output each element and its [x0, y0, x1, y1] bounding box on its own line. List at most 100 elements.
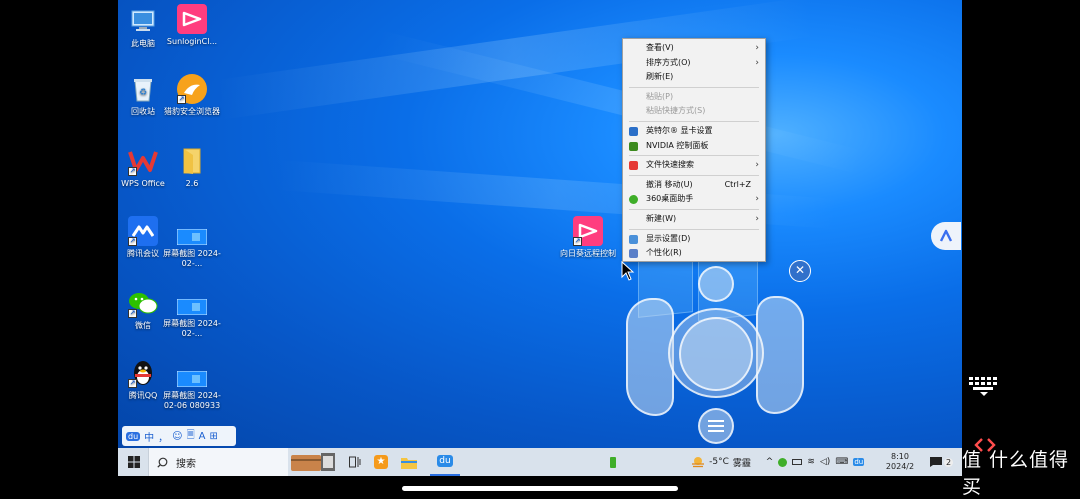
- desktop-icon-folder-2-6[interactable]: 2.6: [163, 146, 221, 189]
- taskbar-search-box[interactable]: 搜索: [148, 448, 288, 476]
- chevron-right-icon: ›: [755, 43, 759, 53]
- menu-item-display-settings[interactable]: 显示设置(D): [623, 232, 765, 247]
- desktop-icon-screenshot-3[interactable]: 屏幕截图 2024-02-06 080933: [163, 370, 221, 411]
- mouse-scroll-up-button[interactable]: [698, 266, 734, 302]
- cheetah-browser-icon: ↗: [177, 74, 207, 104]
- menu-separator: [629, 174, 759, 176]
- computer-icon: [128, 6, 158, 36]
- shortcut-arrow-icon: ↗: [128, 379, 137, 388]
- menu-item-nvidia-panel[interactable]: NVIDIA 控制面板: [623, 139, 765, 154]
- menu-item-undo-move[interactable]: 撤消 移动(U) Ctrl+Z: [623, 178, 765, 193]
- recycle-bin-icon: ♻: [128, 74, 158, 104]
- desktop-icon-cheetah-browser[interactable]: ↗ 猎豹安全浏览器: [163, 74, 221, 117]
- menu-separator: [629, 208, 759, 210]
- taskbar-green-app[interactable]: [606, 448, 620, 476]
- display-settings-icon: [629, 234, 638, 244]
- menu-item-file-search[interactable]: 文件快速搜索 ›: [623, 158, 765, 173]
- windows-desktop[interactable]: 此电脑 ♻ 回收站 ↗ WPS Office ↗ 腾讯会议 ↗ 微信 ↗ 腾讯Q…: [118, 0, 962, 448]
- green-app-icon: [610, 456, 616, 468]
- desktop-icon-sunlogin-remote[interactable]: ↗ 向日葵远程控制: [556, 216, 620, 259]
- desktop-context-menu: 查看(V) › 排序方式(O) › 刷新(E) 粘贴(P) 粘贴快捷方式(S) 英特…: [622, 38, 766, 262]
- notification-center-button[interactable]: 2: [926, 448, 956, 476]
- taskbar-baidu-ime[interactable]: du: [430, 448, 460, 476]
- desktop-icon-screenshot-2[interactable]: 屏幕截图 2024-02-...: [163, 298, 221, 339]
- menu-item-personalize[interactable]: 个性化(R): [623, 246, 765, 261]
- taskbar-file-explorer[interactable]: [398, 448, 420, 476]
- wechat-icon: ↗: [128, 288, 158, 318]
- file-explorer-icon: [401, 457, 417, 469]
- virtual-mouse-controller: [622, 262, 812, 448]
- menu-separator: [629, 120, 759, 122]
- task-view-button[interactable]: [344, 448, 366, 476]
- task-view-icon: [349, 456, 361, 468]
- shortcut-arrow-icon: ↗: [128, 237, 137, 246]
- screenshot-icon: [177, 298, 207, 316]
- intel-graphics-icon: [629, 126, 638, 136]
- taskbar-app-star[interactable]: ★: [370, 448, 392, 476]
- menu-separator: [629, 155, 759, 157]
- menu-separator: [629, 86, 759, 88]
- shortcut-arrow-icon: ↗: [128, 309, 137, 318]
- ime-icon[interactable]: ⌨: [835, 457, 848, 467]
- mouse-touchpad-button[interactable]: [679, 317, 753, 391]
- menu-item-paste-shortcut: 粘贴快捷方式(S): [646, 106, 706, 116]
- close-controller-icon[interactable]: ✕: [789, 260, 811, 282]
- wps-search-icon: [629, 161, 638, 171]
- star-app-icon: ★: [374, 455, 388, 469]
- menu-separator: [629, 228, 759, 230]
- windows-taskbar: 搜索 ★ du -5°C 雾霾 ^ ≋ ◁) ⌨ du 8:10 2024/2 …: [118, 448, 962, 476]
- menu-item-paste: 粘贴(P): [646, 91, 674, 101]
- wifi-icon[interactable]: ≋: [807, 457, 815, 467]
- notification-icon: [929, 457, 942, 467]
- haze-icon: [692, 457, 705, 468]
- baidu-ime-icon[interactable]: du: [853, 458, 865, 466]
- keyboard-button[interactable]: [962, 372, 1006, 400]
- watermark-label: 值 什么值得买: [962, 449, 1070, 498]
- ime-chinese-mode[interactable]: 中: [144, 429, 154, 444]
- nvidia-icon: [629, 141, 638, 151]
- chevron-up-icon[interactable]: ^: [766, 457, 774, 467]
- menu-item-view[interactable]: 查看(V) ›: [623, 41, 765, 56]
- sunlogin-a-icon: [939, 229, 953, 242]
- search-highlight-icon: [291, 453, 335, 471]
- mouse-left-button[interactable]: [626, 298, 674, 416]
- sunlogin-floating-button[interactable]: [931, 222, 961, 250]
- chevron-right-icon: ›: [755, 194, 759, 205]
- phone-screen: 此电脑 ♻ 回收站 ↗ WPS Office ↗ 腾讯会议 ↗ 微信 ↗ 腾讯Q…: [0, 0, 1080, 499]
- chevron-right-icon: ›: [755, 160, 759, 171]
- menu-item-sort-by[interactable]: 排序方式(O) ›: [623, 56, 765, 71]
- menu-item-new[interactable]: 新建(W) ›: [623, 212, 765, 227]
- shortcut-arrow-icon: ↗: [177, 95, 186, 104]
- ime-grid-icon[interactable]: ⊞: [209, 431, 217, 442]
- clock[interactable]: 8:10 2024/2: [880, 448, 920, 476]
- ime-punctuation-mode[interactable]: ，: [158, 429, 168, 444]
- weather-widget[interactable]: -5°C 雾霾: [680, 448, 762, 476]
- 360-tray-icon[interactable]: [778, 457, 788, 467]
- start-button[interactable]: [124, 448, 144, 476]
- screenshot-icon: [177, 228, 207, 246]
- keyboard-icon: [969, 377, 997, 396]
- volume-icon[interactable]: ◁): [820, 457, 830, 467]
- sunlogin-icon: ↗: [573, 216, 603, 246]
- baidu-ime-icon[interactable]: du: [126, 431, 141, 441]
- wps-icon: ↗: [128, 146, 158, 176]
- home-indicator[interactable]: [402, 486, 678, 491]
- desktop-icon-screenshot-1[interactable]: 屏幕截图 2024-02-...: [163, 228, 221, 269]
- ime-assistant-icon[interactable]: A: [199, 431, 206, 442]
- menu-item-intel-graphics[interactable]: 英特尔® 显卡设置: [623, 124, 765, 139]
- desktop-icon-sunlogin[interactable]: SunloginCl...: [163, 4, 221, 47]
- folder-icon: [177, 146, 207, 176]
- menu-item-360-desktop[interactable]: 360桌面助手 ›: [623, 192, 765, 207]
- menu-item-refresh[interactable]: 刷新(E): [623, 70, 765, 85]
- ime-toolbar: du 中 ， ☺ 🗏 A ⊞: [122, 426, 236, 446]
- search-highlight-image[interactable]: [288, 448, 338, 476]
- battery-icon[interactable]: [792, 459, 803, 465]
- mouse-menu-button[interactable]: [698, 408, 734, 444]
- system-tray: ^ ≋ ◁) ⌨ du: [760, 448, 870, 476]
- shortcut-arrow-icon: ↗: [573, 237, 582, 246]
- ime-emoji-icon[interactable]: ☺: [172, 431, 182, 442]
- ime-skin-icon[interactable]: 🗏: [187, 428, 195, 445]
- personalize-icon: [629, 249, 638, 259]
- chevron-right-icon: ›: [755, 213, 759, 224]
- sunlogin-icon: [177, 4, 207, 34]
